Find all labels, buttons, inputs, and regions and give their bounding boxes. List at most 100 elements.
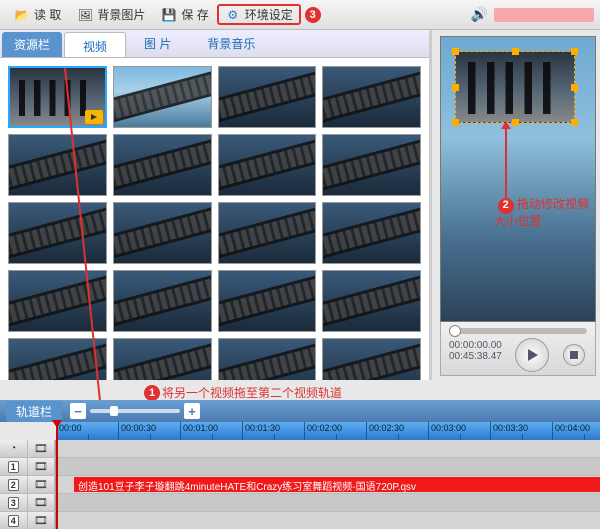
thumb-item[interactable] [218, 270, 317, 332]
playhead[interactable] [56, 422, 58, 529]
time-display: 00:00:00.00 00:45:38.47 [449, 340, 502, 362]
track-lane[interactable] [56, 440, 600, 457]
seek-bar[interactable] [449, 328, 587, 334]
thumb-item[interactable] [322, 270, 421, 332]
resize-handle[interactable] [452, 119, 459, 126]
resize-handle[interactable] [452, 48, 459, 55]
track-lane[interactable] [56, 512, 600, 529]
track-num: 3 [0, 494, 28, 511]
gear-icon: ⚙ [225, 7, 241, 23]
clock-icon [0, 440, 28, 457]
track-num: 4 [0, 512, 28, 529]
thumb-item[interactable] [8, 134, 107, 196]
tab-video[interactable]: 视频 [64, 32, 126, 57]
track-row: 3 [0, 494, 600, 512]
resize-handle[interactable] [571, 84, 578, 91]
track-num: 1 [0, 458, 28, 475]
annotation-2-text1: 拖动修改视频 [517, 197, 589, 211]
ruler-tick: 00:03:00 [428, 422, 490, 440]
stop-button[interactable] [563, 344, 585, 366]
zoom-out-button[interactable]: − [70, 403, 86, 419]
thumb-item[interactable] [322, 134, 421, 196]
thumb-item[interactable] [113, 66, 212, 128]
track-row: 1 [0, 458, 600, 476]
seek-thumb[interactable] [449, 325, 461, 337]
ruler-tick: 00:02:00 [304, 422, 366, 440]
open-button[interactable]: 📂 读 取 [6, 4, 69, 25]
track-row-time [0, 440, 600, 458]
zoom-slider[interactable] [90, 409, 180, 413]
thumb-item[interactable] [113, 134, 212, 196]
ruler-tick: 00:01:00 [180, 422, 242, 440]
preview-panel: 2 拖动修改视频 大小位置 00:00:00.00 00:45:38.47 [432, 30, 600, 380]
disk-icon: 💾 [161, 7, 177, 23]
film-icon [28, 440, 56, 457]
open-label: 读 取 [34, 6, 61, 23]
film-icon [28, 458, 56, 475]
thumb-item[interactable] [322, 66, 421, 128]
thumb-item[interactable] [8, 202, 107, 264]
zoom-control: − + [70, 403, 200, 419]
ruler-tick: 00:03:30 [490, 422, 552, 440]
annotation-1: 1 将另一个视频拖至第二个视频轨道 [140, 384, 342, 401]
track-lane[interactable]: 创造101豆子李子璇翻跳4minuteHATE和Crazy练习室舞蹈视频-国语7… [56, 476, 600, 493]
save-button[interactable]: 💾 保 存 [153, 4, 216, 25]
ruler-tick: 00:02:30 [366, 422, 428, 440]
track-num: 2 [0, 476, 28, 493]
video-clip[interactable]: 创造101豆子李子璇翻跳4minuteHATE和Crazy练习室舞蹈视频-国语7… [74, 477, 600, 492]
resource-tabs: 资源栏 视频 图 片 背景音乐 [0, 30, 429, 58]
annotation-arrow [505, 127, 507, 205]
resize-handle[interactable] [571, 48, 578, 55]
film-icon [28, 476, 56, 493]
annotation-2-text2: 大小位置 [494, 214, 542, 228]
bgimage-button[interactable]: 🖼 背景图片 [69, 4, 153, 25]
zoom-in-button[interactable]: + [184, 403, 200, 419]
folder-icon: 📂 [14, 7, 30, 23]
thumb-item[interactable] [8, 338, 107, 380]
ruler-tick: 00:01:30 [242, 422, 304, 440]
settings-button[interactable]: ⚙ 环境设定 [217, 4, 301, 25]
ruler-tick: 00:00:30 [118, 422, 180, 440]
thumb-item[interactable] [218, 202, 317, 264]
thumb-item[interactable] [8, 66, 107, 128]
thumb-item[interactable] [113, 338, 212, 380]
track-lane[interactable] [56, 458, 600, 475]
thumb-item[interactable] [113, 202, 212, 264]
speaker-icon[interactable]: 🔊 [465, 6, 494, 23]
resize-handle[interactable] [452, 84, 459, 91]
timeline-ruler[interactable]: 00:0000:00:3000:01:0000:01:3000:02:0000:… [56, 422, 600, 440]
film-icon [28, 512, 56, 529]
trackbar-label: 轨道栏 [6, 401, 62, 422]
annotation-badge-3: 3 [305, 7, 321, 23]
annotation-badge-1: 1 [144, 385, 160, 401]
annotation-2: 2 拖动修改视频 大小位置 [494, 197, 589, 228]
play-button[interactable] [515, 338, 549, 372]
resize-handle[interactable] [512, 48, 519, 55]
annotation-badge-2: 2 [498, 198, 514, 214]
tab-source[interactable]: 资源栏 [2, 32, 62, 57]
tab-image[interactable]: 图 片 [126, 30, 189, 57]
settings-label: 环境设定 [245, 6, 293, 23]
save-label: 保 存 [181, 6, 208, 23]
resize-handle[interactable] [512, 119, 519, 126]
thumb-item[interactable] [218, 134, 317, 196]
time-current: 00:00:00.00 [449, 340, 502, 351]
film-icon [28, 494, 56, 511]
thumb-item[interactable] [322, 338, 421, 380]
tab-bgm[interactable]: 背景音乐 [189, 30, 273, 57]
preview-canvas[interactable]: 2 拖动修改视频 大小位置 [440, 36, 596, 322]
thumb-item[interactable] [322, 202, 421, 264]
track-lane[interactable] [56, 494, 600, 511]
resize-handle[interactable] [571, 119, 578, 126]
video-badge-icon [85, 110, 103, 124]
thumbnail-grid [0, 58, 429, 380]
thumb-item[interactable] [218, 338, 317, 380]
track-row: 2 创造101豆子李子璇翻跳4minuteHATE和Crazy练习室舞蹈视频-国… [0, 476, 600, 494]
time-total: 00:45:38.47 [449, 351, 502, 362]
main-toolbar: 📂 读 取 🖼 背景图片 💾 保 存 ⚙ 环境设定 3 🔊 [0, 0, 600, 30]
thumb-item[interactable] [218, 66, 317, 128]
thumb-item[interactable] [113, 270, 212, 332]
track-toolbar: 轨道栏 − + [0, 400, 600, 422]
preview-overlay-frame[interactable] [455, 51, 575, 123]
ruler-tick: 00:00 [56, 422, 118, 440]
